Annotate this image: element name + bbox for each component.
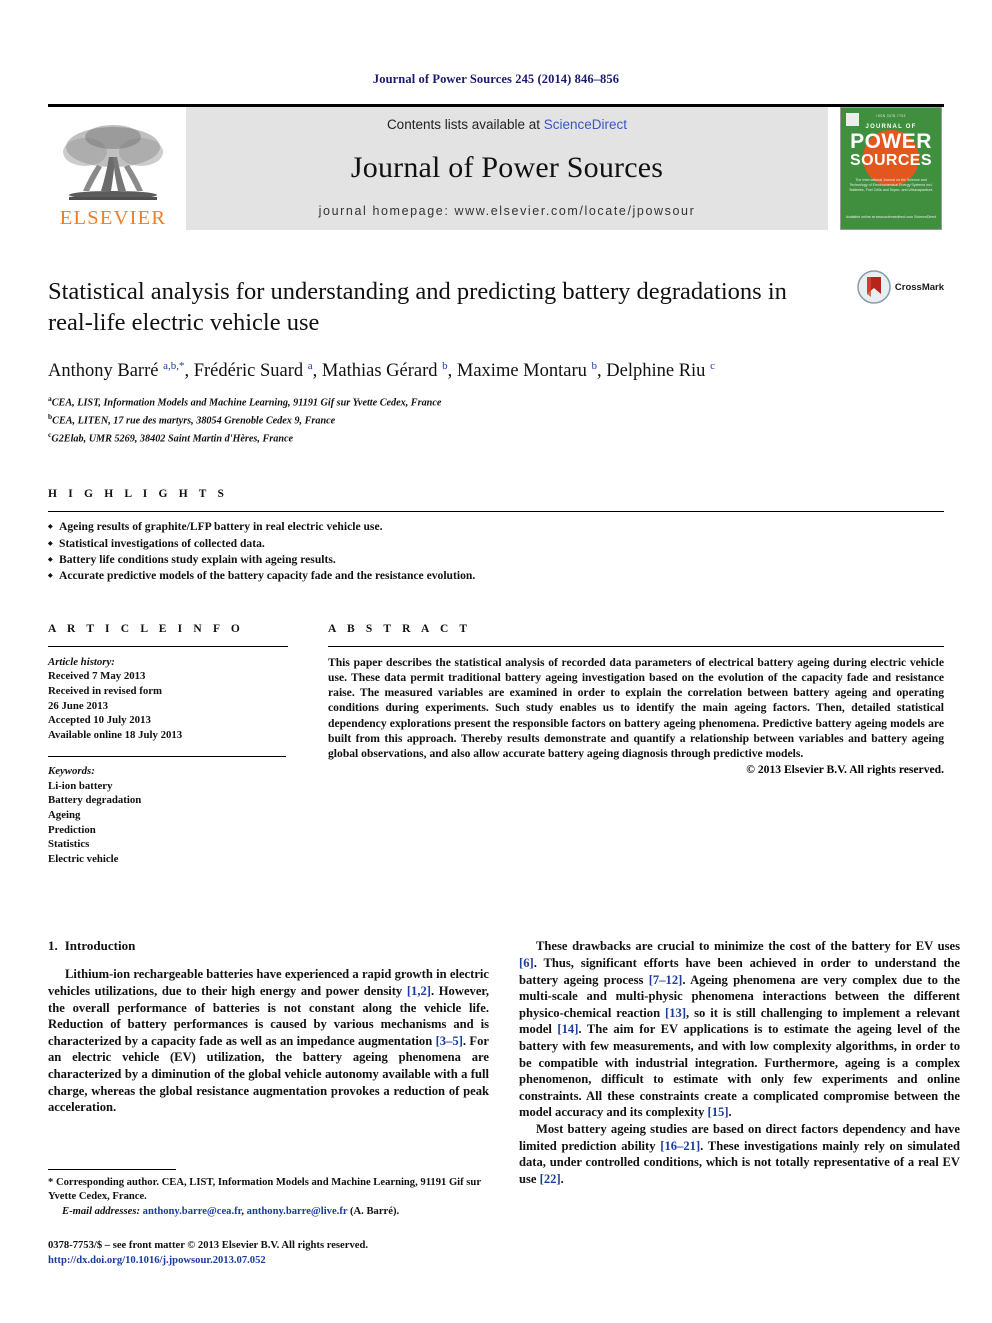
list-item: Statistical investigations of collected … xyxy=(48,536,944,553)
abstract-divider xyxy=(328,645,944,647)
article-info-heading: A R T I C L E I N F O xyxy=(48,622,244,635)
affiliation-text: CEA, LIST, Information Models and Machin… xyxy=(51,397,442,409)
keyword-item: Battery degradation xyxy=(48,794,142,807)
cover-subtitle: The International Journal on the Science… xyxy=(849,178,933,192)
body-left-column: 1. Introduction Lithium-ion rechargeable … xyxy=(48,938,489,1187)
highlights-heading: H I G H L I G H T S xyxy=(48,488,229,501)
highlights-list: Ageing results of graphite/LFP battery i… xyxy=(48,519,944,586)
paragraph: These drawbacks are crucial to minimize … xyxy=(519,939,960,1120)
keyword-item: Ageing xyxy=(48,809,81,822)
cover-power-word: POWER xyxy=(850,130,932,153)
elsevier-logo: ELSEVIER xyxy=(48,107,178,230)
section-title-text: Introduction xyxy=(64,938,136,954)
crossmark-badge[interactable]: CrossMark xyxy=(857,270,944,304)
title-block: Statistical analysis for understanding a… xyxy=(48,270,944,338)
section-heading-introduction: 1. Introduction xyxy=(48,938,489,954)
keyword-item: Electric vehicle xyxy=(48,852,119,865)
keywords-divider xyxy=(48,756,286,758)
list-item: Accurate predictive models of the batter… xyxy=(48,568,944,585)
contents-available-line: Contents lists available at ScienceDirec… xyxy=(387,117,627,132)
author-list: Anthony Barré a,b,*, Frédéric Suard a, M… xyxy=(48,360,715,382)
article-info-divider xyxy=(48,645,288,647)
elsevier-wordmark: ELSEVIER xyxy=(59,206,167,229)
article-history-block: Article history: Received 7 May 2013 Rec… xyxy=(48,655,288,743)
abstract-text: This paper describes the statistical ana… xyxy=(328,655,944,760)
article-info-column: A R T I C L E I N F O Article history: R… xyxy=(48,623,288,867)
affiliation-list: aCEA, LIST, Information Models and Machi… xyxy=(48,392,944,446)
history-line: Received 7 May 2013 xyxy=(48,670,146,683)
sciencedirect-link[interactable]: ScienceDirect xyxy=(544,117,627,132)
keyword-item: Li-ion battery xyxy=(48,779,113,792)
running-head: Journal of Power Sources 245 (2014) 846–… xyxy=(372,72,620,86)
paragraph: Lithium-ion rechargeable batteries have … xyxy=(48,967,489,1115)
doi-link[interactable]: http://dx.doi.org/10.1016/j.jpowsour.201… xyxy=(48,1254,489,1268)
journal-cover-image: ISSN 0378-7753 JOURNAL OF POWER SOURCES … xyxy=(840,107,942,230)
article-page: Journal of Power Sources 245 (2014) 846–… xyxy=(0,0,992,1323)
email-addresses-note[interactable]: E-mail addresses: anthony.barre@cea.fr, … xyxy=(48,1205,489,1219)
keyword-item: Statistics xyxy=(48,838,90,851)
body-right-column: These drawbacks are crucial to minimize … xyxy=(519,938,960,1187)
imprint-block: 0378-7753/$ – see front matter © 2013 El… xyxy=(48,1239,489,1268)
affiliation-text: G2Elab, UMR 5269, 38402 Saint Martin d'H… xyxy=(51,433,294,445)
history-line: Available online 18 July 2013 xyxy=(48,728,183,741)
affiliation-text: CEA, LITEN, 17 rue des martyrs, 38054 Gr… xyxy=(52,415,336,427)
cover-top-text: ISSN 0378-7753 xyxy=(876,114,906,118)
page-title: Statistical analysis for understanding a… xyxy=(48,278,787,336)
list-item: Ageing results of graphite/LFP battery i… xyxy=(48,519,944,536)
footnote-divider xyxy=(48,1168,176,1170)
info-abstract-section: A R T I C L E I N F O Article history: R… xyxy=(48,623,944,867)
cover-sources-word: SOURCES xyxy=(850,152,932,169)
journal-cover-thumbnail[interactable]: ISSN 0378-7753 JOURNAL OF POWER SOURCES … xyxy=(838,107,944,230)
keyword-item: Prediction xyxy=(48,823,96,836)
highlights-divider xyxy=(48,511,944,513)
affiliation-item: aCEA, LIST, Information Models and Machi… xyxy=(48,392,944,410)
elsevier-tree-icon xyxy=(63,124,163,200)
crossmark-icon xyxy=(857,270,891,304)
journal-masthead: ELSEVIER Contents lists available at Sci… xyxy=(48,104,944,230)
article-history-label: Article history: xyxy=(48,655,115,668)
list-item: Battery life conditions study explain wi… xyxy=(48,552,944,569)
highlights-section: H I G H L I G H T S Ageing results of gr… xyxy=(48,488,944,586)
history-line: 26 June 2013 xyxy=(48,699,108,712)
footnote-block: * Corresponding author. CEA, LIST, Infor… xyxy=(48,1168,489,1268)
journal-title: Journal of Power Sources xyxy=(350,151,664,184)
keywords-block: Keywords: Li-ion battery Battery degrada… xyxy=(48,764,288,866)
affiliation-item: bCEA, LITEN, 17 rue des martyrs, 38054 G… xyxy=(48,410,944,428)
contents-prefix: Contents lists available at xyxy=(386,117,544,132)
abstract-heading: A B S T R A C T xyxy=(328,622,472,635)
abstract-copyright: © 2013 Elsevier B.V. All rights reserved… xyxy=(746,763,944,777)
abstract-column: A B S T R A C T This paper describes the… xyxy=(288,623,944,867)
cover-footer-text: Available online at www.sciencedirect.co… xyxy=(845,215,937,219)
body-columns: 1. Introduction Lithium-ion rechargeable … xyxy=(48,938,960,1187)
keywords-label: Keywords: xyxy=(48,765,95,778)
history-line: Accepted 10 July 2013 xyxy=(48,714,151,727)
corresponding-author-note: * Corresponding author. CEA, LIST, Infor… xyxy=(48,1176,481,1203)
history-line: Received in revised form xyxy=(48,684,163,697)
section-number: 1. xyxy=(48,938,58,954)
masthead-center: Contents lists available at ScienceDirec… xyxy=(186,107,828,230)
issn-frontmatter-line: 0378-7753/$ – see front matter © 2013 El… xyxy=(48,1240,368,1252)
paragraph: Most battery ageing studies are based on… xyxy=(519,1121,960,1186)
crossmark-label: CrossMark xyxy=(894,281,944,293)
affiliation-item: cG2Elab, UMR 5269, 38402 Saint Martin d'… xyxy=(48,428,944,446)
journal-homepage-link[interactable]: journal homepage: www.elsevier.com/locat… xyxy=(319,204,696,218)
